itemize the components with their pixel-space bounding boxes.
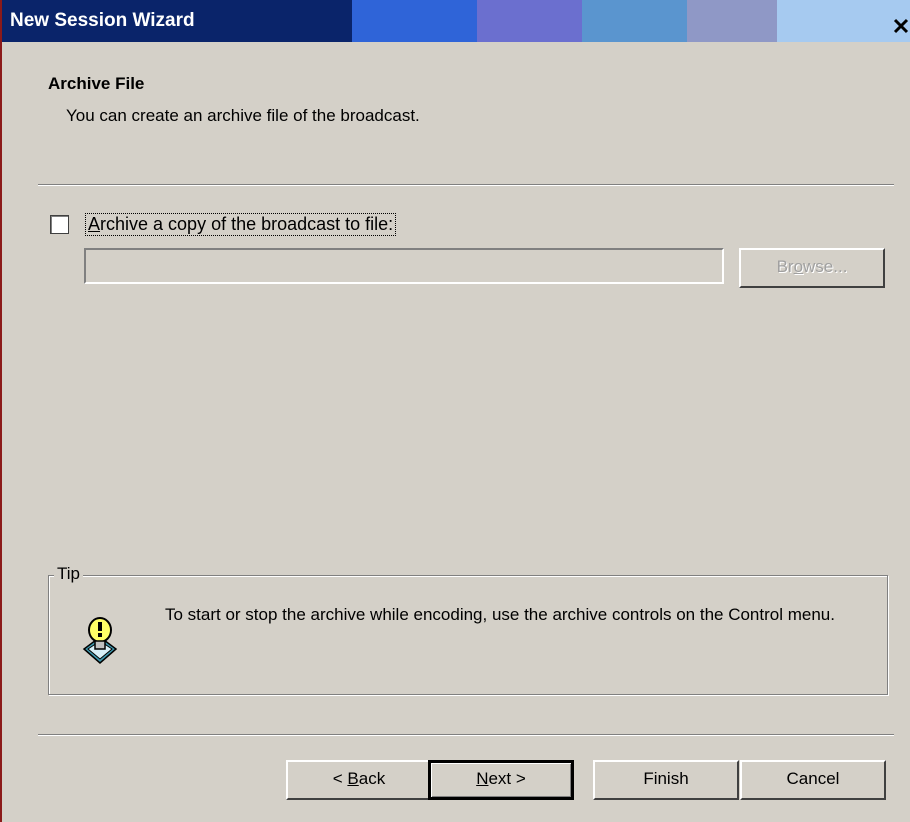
back-label-mnemonic: B	[347, 769, 359, 788]
browse-label-post: wse...	[803, 257, 848, 276]
finish-button[interactable]: Finish	[593, 760, 739, 800]
back-label-pre: <	[332, 769, 348, 788]
tip-groupbox	[48, 575, 888, 695]
archive-checkbox[interactable]	[50, 215, 69, 234]
back-label-post: ack	[358, 769, 386, 788]
next-label-post: ext >	[488, 769, 526, 788]
tip-legend: Tip	[54, 564, 83, 584]
browse-label-pre: Br	[776, 257, 794, 276]
window-title: New Session Wizard	[10, 10, 195, 31]
archive-checkbox-label[interactable]: Archive a copy of the broadcast to file:	[85, 213, 397, 236]
archive-path-input[interactable]	[84, 248, 724, 284]
browse-button[interactable]: Browse...	[739, 248, 885, 288]
wizard-window: New Session Wizard Archive File You can …	[0, 0, 910, 822]
page-title: Archive File	[48, 74, 145, 93]
close-icon[interactable]	[890, 14, 910, 38]
title-bar[interactable]: New Session Wizard	[2, 0, 910, 42]
next-button[interactable]: Next >	[428, 760, 574, 800]
footer-divider	[38, 734, 894, 736]
browse-label-mnemonic: o	[793, 257, 804, 276]
header-divider	[38, 184, 894, 186]
lightbulb-tip-icon	[78, 615, 122, 667]
page-subtitle: You can create an archive file of the br…	[66, 106, 420, 125]
back-button[interactable]: < Back	[286, 760, 432, 800]
next-label-mnemonic: N	[476, 769, 489, 788]
archive-label-text: rchive a copy of the broadcast to file:	[100, 214, 394, 234]
archive-label-mnemonic: A	[88, 214, 101, 234]
tip-text: To start or stop the archive while encod…	[165, 605, 835, 624]
cancel-button[interactable]: Cancel	[740, 760, 886, 800]
